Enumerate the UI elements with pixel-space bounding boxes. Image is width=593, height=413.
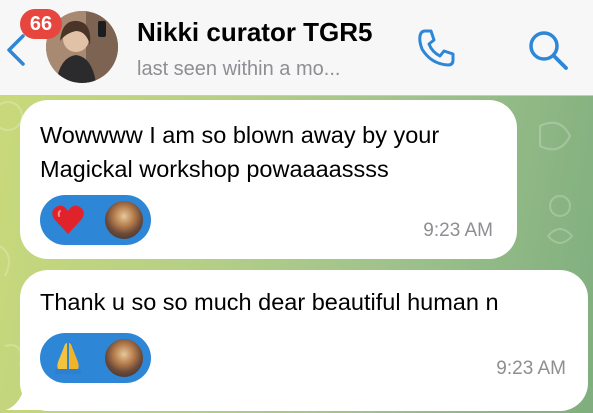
red-heart-icon <box>52 205 84 234</box>
contact-name[interactable]: Nikki curator TGR5 <box>137 17 373 48</box>
chat-header: 66 Nikki curator TGR5 last seen within a… <box>0 0 593 96</box>
message-bubble[interactable]: Wowwww I am so blown away by your Magick… <box>20 100 517 259</box>
message-time: 9:23 AM <box>496 358 566 379</box>
unread-badge[interactable]: 66 <box>20 9 62 39</box>
message-text: Wowwww I am so blown away by your Magick… <box>40 122 440 182</box>
reactor-avatar <box>103 337 145 379</box>
message-time: 9:23 AM <box>423 220 493 241</box>
folded-hands-icon <box>55 343 81 374</box>
phone-icon[interactable] <box>413 25 459 71</box>
search-icon[interactable] <box>525 27 571 73</box>
back-chevron-icon[interactable] <box>4 33 28 67</box>
reaction-pill[interactable] <box>40 195 151 245</box>
message-text: Thank u so so much dear beautiful human … <box>40 289 499 315</box>
chat-area[interactable]: Wowwww I am so blown away by your Magick… <box>0 96 593 413</box>
reaction-pill[interactable] <box>40 333 151 383</box>
reactor-avatar <box>103 199 145 241</box>
last-seen-status: last seen within a mo... <box>137 58 341 80</box>
message-bubble[interactable]: Thank u so so much dear beautiful human … <box>20 270 588 411</box>
